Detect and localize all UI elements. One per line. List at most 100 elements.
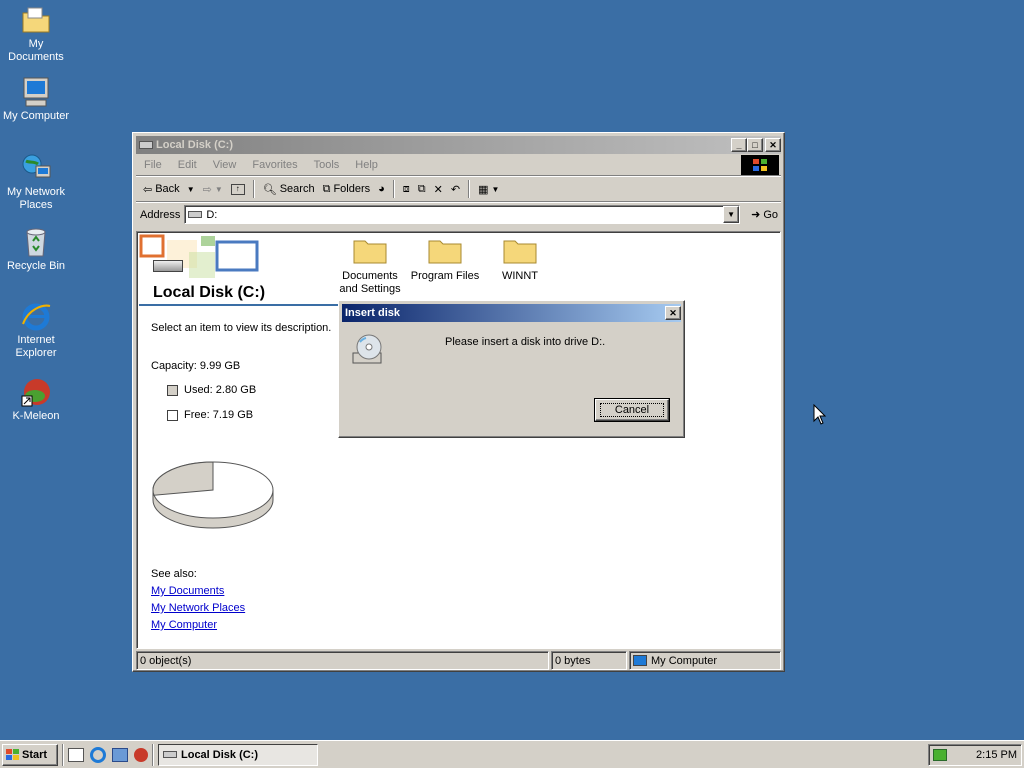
- link-my-computer[interactable]: My Computer: [151, 617, 245, 634]
- insert-disk-dialog[interactable]: Insert disk ✕ Please insert a disk into …: [338, 300, 685, 438]
- outlook-express-icon[interactable]: [112, 747, 128, 762]
- menu-edit[interactable]: Edit: [170, 159, 205, 171]
- back-arrow-icon: ⇦: [143, 183, 153, 196]
- desktop-icon-recycle-bin[interactable]: Recycle Bin: [0, 226, 72, 273]
- address-input[interactable]: D: ▼: [184, 205, 741, 224]
- views-button[interactable]: ▦ ▼: [475, 181, 502, 198]
- disk-usage-pie: [152, 461, 274, 529]
- desktop-icon-label: My Documents: [8, 38, 64, 63]
- folder-item[interactable]: Program Files: [410, 236, 480, 283]
- desktop-icon-k-meleon[interactable]: K-Meleon: [0, 376, 72, 423]
- dialog-message: Please insert a disk into drive D:.: [445, 336, 606, 348]
- move-to-icon: ⧈: [402, 182, 410, 195]
- folder-banner: Local Disk (C:): [139, 234, 339, 306]
- status-objects: 0 object(s): [136, 651, 549, 670]
- dialog-titlebar[interactable]: Insert disk ✕: [342, 304, 681, 322]
- address-label: Address: [140, 208, 181, 221]
- toolbar-separator: [252, 180, 255, 198]
- menu-bar: File Edit View Favorites Tools Help: [136, 154, 781, 176]
- desktop-icon-my-documents[interactable]: My Documents: [0, 4, 72, 64]
- folder-up-icon: ↑: [230, 183, 245, 195]
- copy-to-button[interactable]: ⧉: [415, 181, 429, 198]
- folder-icon: [503, 236, 537, 264]
- address-dropdown-button[interactable]: ▼: [723, 206, 740, 223]
- pie-used-slice: [152, 461, 214, 496]
- desktop-icon-my-computer[interactable]: My Computer: [0, 76, 72, 123]
- windows-logo-icon: [741, 155, 779, 175]
- network-tray-icon[interactable]: [933, 748, 947, 761]
- menu-help[interactable]: Help: [347, 159, 386, 171]
- folder-item[interactable]: Documents and Settings: [335, 236, 405, 296]
- taskbar-separator: [152, 743, 154, 766]
- search-icon: 🔍︎: [262, 183, 277, 196]
- forward-button[interactable]: ⇨ ▼: [200, 181, 226, 198]
- go-button[interactable]: ➜ Go: [748, 206, 781, 223]
- maximize-button[interactable]: □: [747, 138, 763, 152]
- menu-view[interactable]: View: [205, 159, 245, 171]
- link-my-network-places[interactable]: My Network Places: [151, 600, 245, 617]
- clock[interactable]: 2:15 PM: [976, 749, 1017, 761]
- taskbar-item-local-disk[interactable]: Local Disk (C:): [158, 743, 318, 766]
- desktop-icon-internet-explorer[interactable]: Internet Explorer: [0, 300, 72, 360]
- delete-icon: ✕: [433, 183, 443, 196]
- chevron-down-icon[interactable]: ▼: [187, 185, 195, 194]
- start-button[interactable]: Start: [2, 743, 58, 766]
- item-description: Select an item to view its description.: [151, 322, 332, 334]
- menu-file[interactable]: File: [136, 159, 170, 171]
- drive-icon: [163, 751, 177, 758]
- folder-documents-icon: [20, 4, 52, 36]
- link-my-documents[interactable]: My Documents: [151, 583, 245, 600]
- move-to-button[interactable]: ⧈: [400, 181, 413, 198]
- desktop-icon-label: K-Meleon: [12, 410, 60, 422]
- history-icon: ◕: [378, 183, 385, 195]
- taskbar: Start Local Disk (C:) 2:15 PM: [0, 740, 1024, 768]
- internet-explorer-icon[interactable]: [90, 746, 106, 763]
- network-places-icon: [20, 152, 52, 184]
- computer-icon: [20, 76, 52, 108]
- toolbar-separator: [468, 180, 471, 198]
- menu-tools[interactable]: Tools: [306, 159, 348, 171]
- free-text: Free: 7.19 GB: [184, 409, 254, 421]
- folders-icon: ⧉: [322, 182, 331, 195]
- cancel-button[interactable]: Cancel: [594, 398, 670, 422]
- k-meleon-icon: [20, 376, 52, 408]
- standard-toolbar: ⇦ Back ▼ ⇨ ▼ ↑ 🔍︎ Search ⧉ Folders ◕ ⧈ ⧉ ✕ ↶ …: [136, 176, 781, 202]
- used-swatch: [167, 384, 178, 396]
- up-button[interactable]: ↑: [228, 182, 248, 197]
- dialog-close-button[interactable]: ✕: [665, 306, 681, 320]
- status-zone-label: My Computer: [651, 654, 718, 667]
- desktop-icon-label: My Computer: [2, 110, 70, 122]
- banner-graphic-icon: [139, 234, 259, 278]
- desktop-icon-my-network-places[interactable]: My Network Places: [0, 152, 72, 212]
- search-button[interactable]: 🔍︎ Search: [260, 181, 318, 198]
- minimize-button[interactable]: _: [731, 138, 747, 152]
- back-button[interactable]: ⇦ Back ▼: [140, 181, 198, 198]
- windows-flag-icon: [6, 748, 19, 760]
- folder-label: Program Files: [410, 270, 480, 282]
- dialog-title: Insert disk: [345, 307, 401, 319]
- used-text: Used: 2.80 GB: [184, 384, 257, 396]
- menu-favorites[interactable]: Favorites: [244, 159, 305, 171]
- internet-explorer-icon: [20, 300, 52, 332]
- k-meleon-icon[interactable]: [134, 747, 148, 762]
- cancel-label: Cancel: [599, 403, 665, 417]
- show-desktop-icon[interactable]: [68, 747, 84, 762]
- close-button[interactable]: ✕: [765, 138, 781, 152]
- forward-arrow-icon: ⇨: [202, 183, 212, 196]
- folder-label: WINNT: [501, 270, 539, 282]
- taskbar-separator: [62, 743, 64, 766]
- drive-icon: [153, 260, 183, 272]
- folder-label: Documents and Settings: [339, 270, 401, 295]
- taskbar-item-label: Local Disk (C:): [181, 748, 259, 761]
- undo-button[interactable]: ↶: [448, 181, 463, 198]
- quick-launch: [68, 746, 148, 763]
- folders-button[interactable]: ⧉ Folders: [320, 181, 374, 198]
- folder-icon: [428, 236, 462, 264]
- window-titlebar[interactable]: Local Disk (C:) _ □ ✕: [136, 136, 781, 154]
- desktop-icon-label: Recycle Bin: [6, 260, 66, 272]
- start-label: Start: [22, 748, 48, 761]
- drive-icon: [139, 141, 153, 149]
- folder-item[interactable]: WINNT: [485, 236, 555, 283]
- delete-button[interactable]: ✕: [431, 181, 446, 198]
- history-button[interactable]: ◕: [375, 181, 388, 197]
